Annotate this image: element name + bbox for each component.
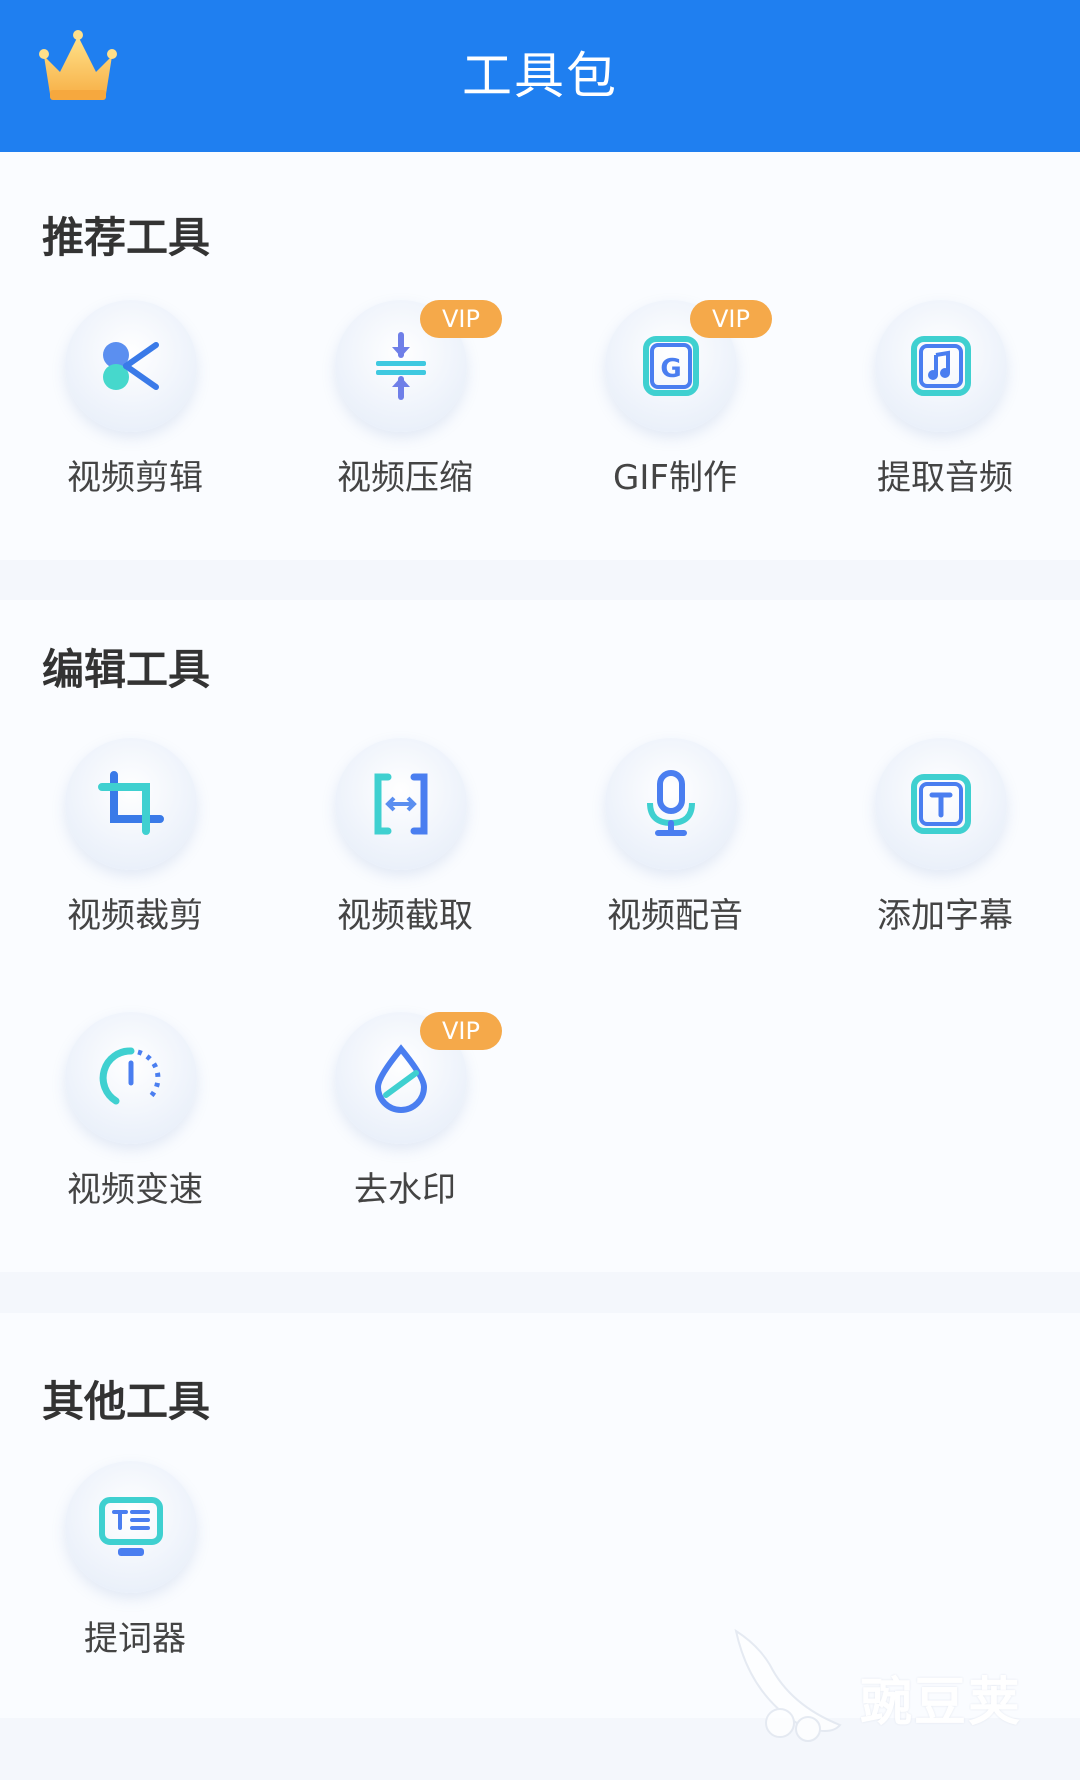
tool-extract-audio[interactable]: 提取音频 [810, 300, 1080, 520]
tool-label: 视频裁剪 [67, 896, 203, 936]
page-title: 工具包 [462, 47, 618, 105]
section-title: 推荐工具 [42, 213, 211, 262]
section-edit: 编辑工具 视频裁剪 视频截取 视频配音 添加字幕 视频变速 VIP 去水印 [0, 600, 1080, 1272]
microphone-icon [647, 770, 695, 836]
watermark-text: 豌豆荚 [860, 1673, 1023, 1733]
vip-badge: VIP [420, 300, 502, 338]
watermark-drop-icon [374, 1044, 428, 1113]
tool-label: 视频变速 [67, 1170, 203, 1210]
crop-icon [98, 771, 164, 835]
tool-video-dub[interactable]: 视频配音 [540, 738, 810, 958]
tool-video-edit[interactable]: 视频剪辑 [0, 300, 270, 520]
gif-icon: G [643, 336, 699, 396]
tool-label: 视频剪辑 [67, 458, 203, 498]
tool-video-speed[interactable]: 视频变速 [0, 1012, 270, 1232]
header-bar: 工具包 [0, 0, 1080, 152]
scissors-icon [103, 342, 159, 390]
teleprompter-icon [99, 1497, 163, 1556]
trim-icon [374, 773, 428, 835]
music-icon [911, 336, 971, 396]
tool-label: 视频压缩 [337, 458, 473, 498]
section-title: 编辑工具 [42, 645, 211, 694]
tool-label: GIF制作 [613, 458, 737, 498]
tool-label: 添加字幕 [877, 896, 1013, 936]
tool-label: 视频配音 [607, 896, 743, 936]
subtitle-icon [911, 774, 971, 834]
tool-label: 去水印 [354, 1170, 456, 1210]
svg-text:G: G [660, 354, 681, 384]
tool-video-crop[interactable]: 视频裁剪 [0, 738, 270, 958]
tool-label: 提词器 [84, 1619, 186, 1659]
tool-video-trim[interactable]: 视频截取 [270, 738, 540, 958]
section-title: 其他工具 [42, 1377, 211, 1426]
tool-remove-watermark[interactable]: VIP 去水印 [270, 1012, 540, 1232]
tool-add-subtitle[interactable]: 添加字幕 [810, 738, 1080, 958]
tool-gif-make[interactable]: G VIP GIF制作 [540, 300, 810, 520]
speed-icon [99, 1047, 161, 1105]
tool-teleprompter[interactable]: 提词器 [0, 1461, 270, 1681]
section-recommended: 推荐工具 视频剪辑 VIP 视频压缩 G VIP GIF制作 提取音频 [0, 152, 1080, 560]
vip-badge: VIP [420, 1012, 502, 1050]
compress-icon [376, 332, 426, 400]
tool-label: 视频截取 [337, 896, 473, 936]
vip-badge: VIP [690, 300, 772, 338]
tool-label: 提取音频 [877, 458, 1013, 498]
tool-video-compress[interactable]: VIP 视频压缩 [270, 300, 540, 520]
